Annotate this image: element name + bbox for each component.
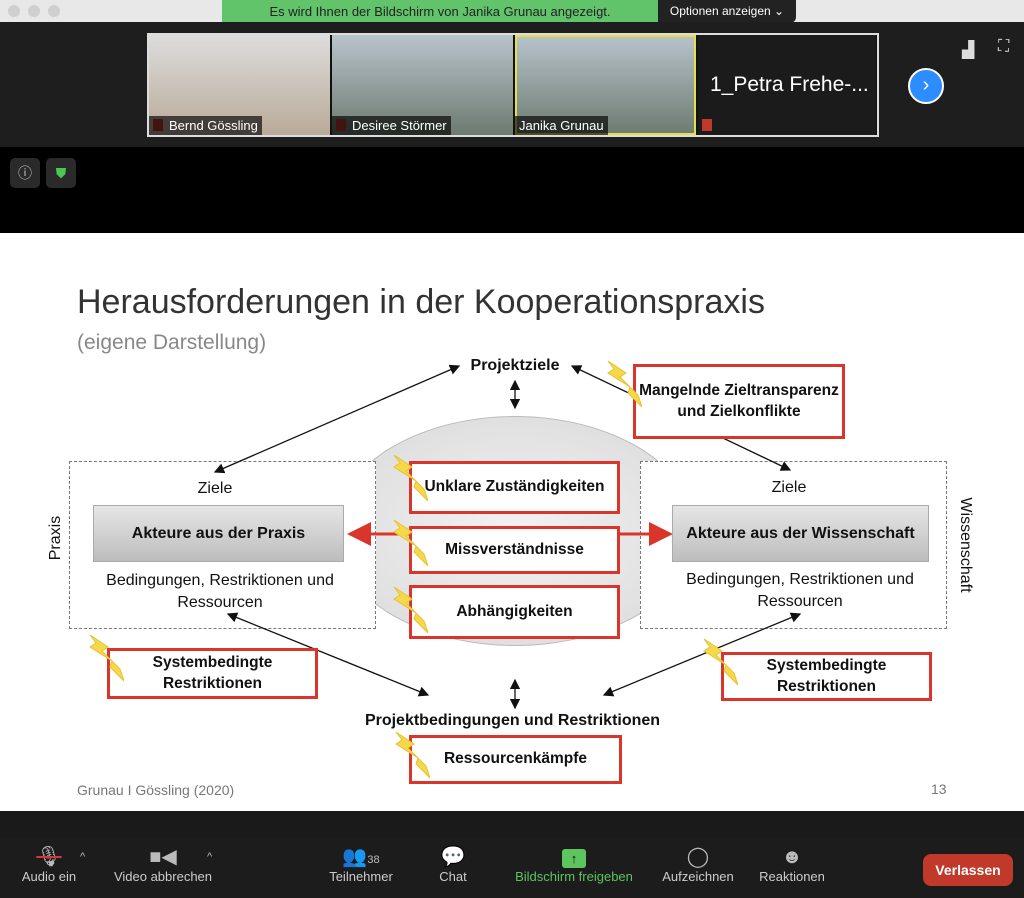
participant-tile[interactable]: Desiree Störmer [332, 35, 513, 135]
projektbedingungen-label: Projektbedingungen und Restriktionen [364, 712, 661, 729]
participant-tile-active-speaker[interactable]: Janika Grunau [515, 35, 696, 135]
lightning-icon [395, 731, 430, 779]
challenge-abhaengigkeiten: Abhängigkeiten [409, 585, 620, 639]
lightning-icon [393, 519, 428, 567]
participant-tile[interactable]: Bernd Gössling [149, 35, 330, 135]
participants-icon: 👥 [342, 846, 368, 868]
record-button[interactable]: ◯ Aufzeichnen [655, 845, 741, 884]
participant-count: 38 [367, 854, 380, 866]
wissenschaft-label: Wissenschaft [957, 497, 974, 593]
next-page-button[interactable]: › [908, 68, 944, 104]
lightning-icon [393, 586, 428, 634]
challenge-missverstaendnisse: Missverständnisse [409, 526, 620, 574]
challenge-systembedingt-right: Systembedingte Restriktionen [721, 652, 932, 701]
projektziele-label: Projektziele [470, 357, 560, 374]
info-icon[interactable]: ⓘ [10, 158, 40, 188]
view-options-label: Optionen anzeigen [669, 4, 771, 18]
participant-name: Desiree Störmer [332, 116, 451, 135]
participants-label: Teilnehmer [329, 869, 393, 884]
video-camera-icon: ■◀ [149, 846, 177, 868]
layout-icon[interactable]: ▟ [962, 40, 974, 60]
bedingungen-left-label: Bedingungen, Restriktionen und Ressource… [106, 572, 334, 612]
share-screen-button[interactable]: ↑ Bildschirm freigeben [505, 845, 643, 884]
lightning-icon [703, 638, 738, 686]
praxis-label: Praxis [47, 515, 64, 561]
video-options-chevron-icon[interactable]: ^ [207, 851, 212, 863]
video-label: Video abbrechen [113, 869, 213, 884]
challenge-mangelnde-zieltransparenz: Mangelnde Zieltransparenz und Zielkonfli… [633, 364, 845, 439]
chevron-down-icon: ⌄ [774, 4, 785, 18]
lightning-icon [607, 360, 642, 408]
challenge-systembedingt-left: Systembedingte Restriktionen [107, 648, 318, 699]
audio-label: Audio ein [21, 869, 77, 884]
leave-button[interactable]: Verlassen [923, 854, 1013, 886]
maximize-window-button[interactable] [48, 5, 60, 17]
challenge-unklare-zustaendigkeiten: Unklare Zuständigkeiten [409, 461, 620, 514]
reactions-label: Reaktionen [759, 869, 825, 884]
record-label: Aufzeichnen [662, 869, 734, 884]
view-options-button[interactable]: Optionen anzeigen ⌄ [658, 0, 796, 23]
ziele-right-label: Ziele [771, 479, 807, 496]
close-window-button[interactable] [8, 5, 20, 17]
record-icon: ◯ [686, 846, 710, 868]
chat-icon: 💬 [440, 846, 466, 868]
lightning-icon [89, 634, 124, 682]
reactions-icon: ☻ [781, 846, 803, 868]
share-label: Bildschirm freigeben [515, 869, 633, 884]
challenge-ressourcenkaempfe: Ressourcenkämpfe [409, 735, 622, 784]
bedingungen-right-label: Bedingungen, Restriktionen und Ressource… [686, 571, 914, 611]
audio-button[interactable]: 🎙 Audio ein [14, 845, 84, 884]
participant-tile[interactable]: 1_Petra Frehe-... [698, 35, 876, 135]
shared-slide: Herausforderungen in der Kooperationspra… [0, 233, 1024, 811]
screen-share-banner: Es wird Ihnen der Bildschirm von Janika … [222, 0, 658, 23]
participant-name: Janika Grunau [515, 116, 608, 135]
shield-icon[interactable]: ⛊ [46, 158, 76, 188]
akteure-praxis-box: Akteure aus der Praxis [93, 505, 344, 562]
lightning-icon [393, 454, 428, 502]
reactions-button[interactable]: ☻ Reaktionen [752, 845, 832, 884]
participant-name: 1_Petra Frehe-... [710, 73, 869, 96]
participant-thumbnails: Bernd Gössling Desiree Störmer Janika Gr… [147, 33, 879, 137]
ziele-left-label: Ziele [197, 480, 233, 497]
audio-options-chevron-icon[interactable]: ^ [80, 851, 85, 863]
slide-footer: Grunau I Gössling (2020) [77, 782, 235, 798]
akteure-wissenschaft-box: Akteure aus der Wissenschaft [672, 505, 929, 562]
fullscreen-icon[interactable]: ⛶ [998, 38, 1009, 56]
share-header [0, 147, 1024, 233]
mic-muted-icon [702, 119, 712, 131]
slide-page-number: 13 [931, 781, 947, 797]
participant-name: Bernd Gössling [149, 116, 262, 135]
minimize-window-button[interactable] [28, 5, 40, 17]
chat-label: Chat [439, 869, 467, 884]
participants-button[interactable]: 👥38 Teilnehmer [322, 845, 400, 884]
chat-button[interactable]: 💬 Chat [430, 845, 476, 884]
mic-muted-icon: 🎙 [36, 846, 62, 868]
video-button[interactable]: ■◀ Video abbrechen [106, 845, 220, 884]
share-screen-icon: ↑ [562, 849, 586, 868]
